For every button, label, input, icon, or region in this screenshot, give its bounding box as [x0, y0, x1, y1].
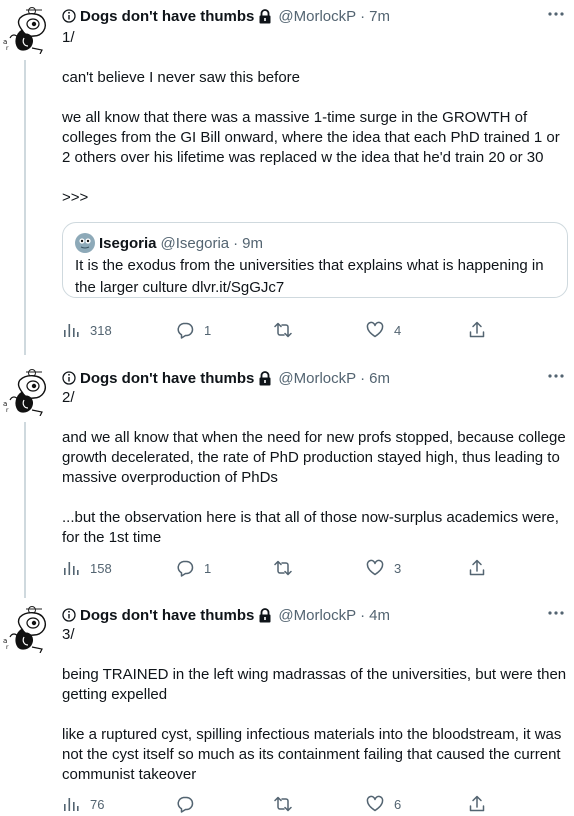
thread-connector-line — [24, 422, 26, 598]
views-button[interactable]: 76 — [62, 792, 104, 816]
heart-icon — [366, 321, 384, 339]
author-handle[interactable]: @MorlockP — [278, 607, 356, 624]
tweet-body: 1/ can't believe I never saw this before… — [62, 29, 560, 206]
quoted-tweet-header: Isegoria @Isegoria · 9m — [75, 233, 263, 253]
like-count: 4 — [394, 322, 402, 338]
like-button[interactable]: 6 — [366, 792, 401, 816]
tweet-action-bar: 158 1 3 — [62, 556, 492, 580]
timestamp[interactable]: 4m — [369, 607, 390, 624]
tweet-avatar-column — [0, 362, 52, 598]
heart-icon — [366, 559, 384, 577]
tweet-avatar-column — [0, 599, 52, 816]
avatar[interactable] — [2, 603, 48, 653]
like-button[interactable]: 4 — [366, 318, 401, 342]
tweet-body: 2/ and we all know that when the need fo… — [62, 389, 566, 546]
info-circle-icon — [62, 9, 76, 23]
views-bar-chart-icon — [62, 795, 80, 813]
reply-button[interactable]: 1 — [176, 318, 211, 342]
retweet-icon — [274, 795, 292, 813]
tweet-action-bar: 76 6 — [62, 792, 492, 816]
more-horizontal-icon[interactable] — [546, 4, 566, 24]
views-count: 158 — [90, 560, 112, 576]
share-button[interactable] — [468, 318, 486, 342]
tweet-text: 1/ can't believe I never saw this before… — [62, 28, 568, 208]
views-bar-chart-icon — [62, 559, 80, 577]
tweet-text: 3/ being TRAINED in the left wing madras… — [62, 625, 568, 785]
tweet-action-bar: 318 1 4 — [62, 318, 492, 342]
author-handle[interactable]: @MorlockP — [278, 8, 356, 25]
reply-button[interactable] — [176, 792, 204, 816]
heart-icon — [366, 795, 384, 813]
retweet-icon — [274, 321, 292, 339]
lock-icon — [258, 9, 272, 24]
reply-bubble-icon — [176, 795, 194, 813]
avatar[interactable] — [2, 4, 48, 54]
reply-count: 1 — [204, 560, 212, 576]
tweet-header: Dogs don't have thumbs @MorlockP · 7m — [62, 6, 390, 26]
quoted-author-handle: @Isegoria — [160, 234, 230, 252]
quoted-avatar — [75, 233, 95, 253]
more-horizontal-icon[interactable] — [546, 603, 566, 623]
author-name[interactable]: Dogs don't have thumbs — [80, 607, 254, 624]
views-count: 318 — [90, 322, 112, 338]
tweet-1[interactable]: Dogs don't have thumbs @MorlockP · 7m 1/… — [0, 0, 574, 355]
lock-icon — [258, 608, 272, 623]
thread-connector-line — [24, 60, 26, 355]
avatar[interactable] — [2, 366, 48, 416]
quoted-author-name: Isegoria — [99, 234, 157, 252]
tweet-header: Dogs don't have thumbs @MorlockP · 4m — [62, 605, 390, 625]
views-button[interactable]: 318 — [62, 318, 112, 342]
views-count: 76 — [90, 796, 105, 812]
like-button[interactable]: 3 — [366, 556, 401, 580]
tweet-3[interactable]: Dogs don't have thumbs @MorlockP · 4m 3/… — [0, 599, 574, 816]
reply-bubble-icon — [176, 559, 194, 577]
like-count: 6 — [394, 796, 402, 812]
share-arrow-icon — [468, 795, 486, 813]
like-count: 3 — [394, 560, 402, 576]
share-arrow-icon — [468, 321, 486, 339]
share-button[interactable] — [468, 792, 486, 816]
retweet-button[interactable] — [274, 318, 302, 342]
retweet-icon — [274, 559, 292, 577]
quoted-timestamp: 9m — [242, 234, 263, 252]
separator-dot: · — [233, 234, 239, 252]
separator-dot: · — [360, 606, 366, 624]
separator-dot: · — [360, 7, 366, 25]
info-circle-icon — [62, 608, 76, 622]
share-button[interactable] — [468, 556, 486, 580]
tweet-body: 3/ being TRAINED in the left wing madras… — [62, 626, 567, 783]
tweet-avatar-column — [0, 0, 52, 355]
reply-bubble-icon — [176, 321, 194, 339]
reply-button[interactable]: 1 — [176, 556, 211, 580]
views-button[interactable]: 158 — [62, 556, 112, 580]
quoted-tweet-text: It is the exodus from the universities t… — [75, 257, 544, 296]
retweet-button[interactable] — [274, 792, 302, 816]
share-arrow-icon — [468, 559, 486, 577]
author-name[interactable]: Dogs don't have thumbs — [80, 8, 254, 25]
tweet-2[interactable]: Dogs don't have thumbs @MorlockP · 6m 2/… — [0, 362, 574, 598]
retweet-button[interactable] — [274, 556, 302, 580]
views-bar-chart-icon — [62, 321, 80, 339]
reply-count: 1 — [204, 322, 212, 338]
tweet-text: 2/ and we all know that when the need fo… — [62, 370, 568, 548]
timestamp[interactable]: 7m — [369, 8, 390, 25]
quoted-tweet-card[interactable]: Isegoria @Isegoria · 9m It is the exodus… — [62, 222, 568, 298]
